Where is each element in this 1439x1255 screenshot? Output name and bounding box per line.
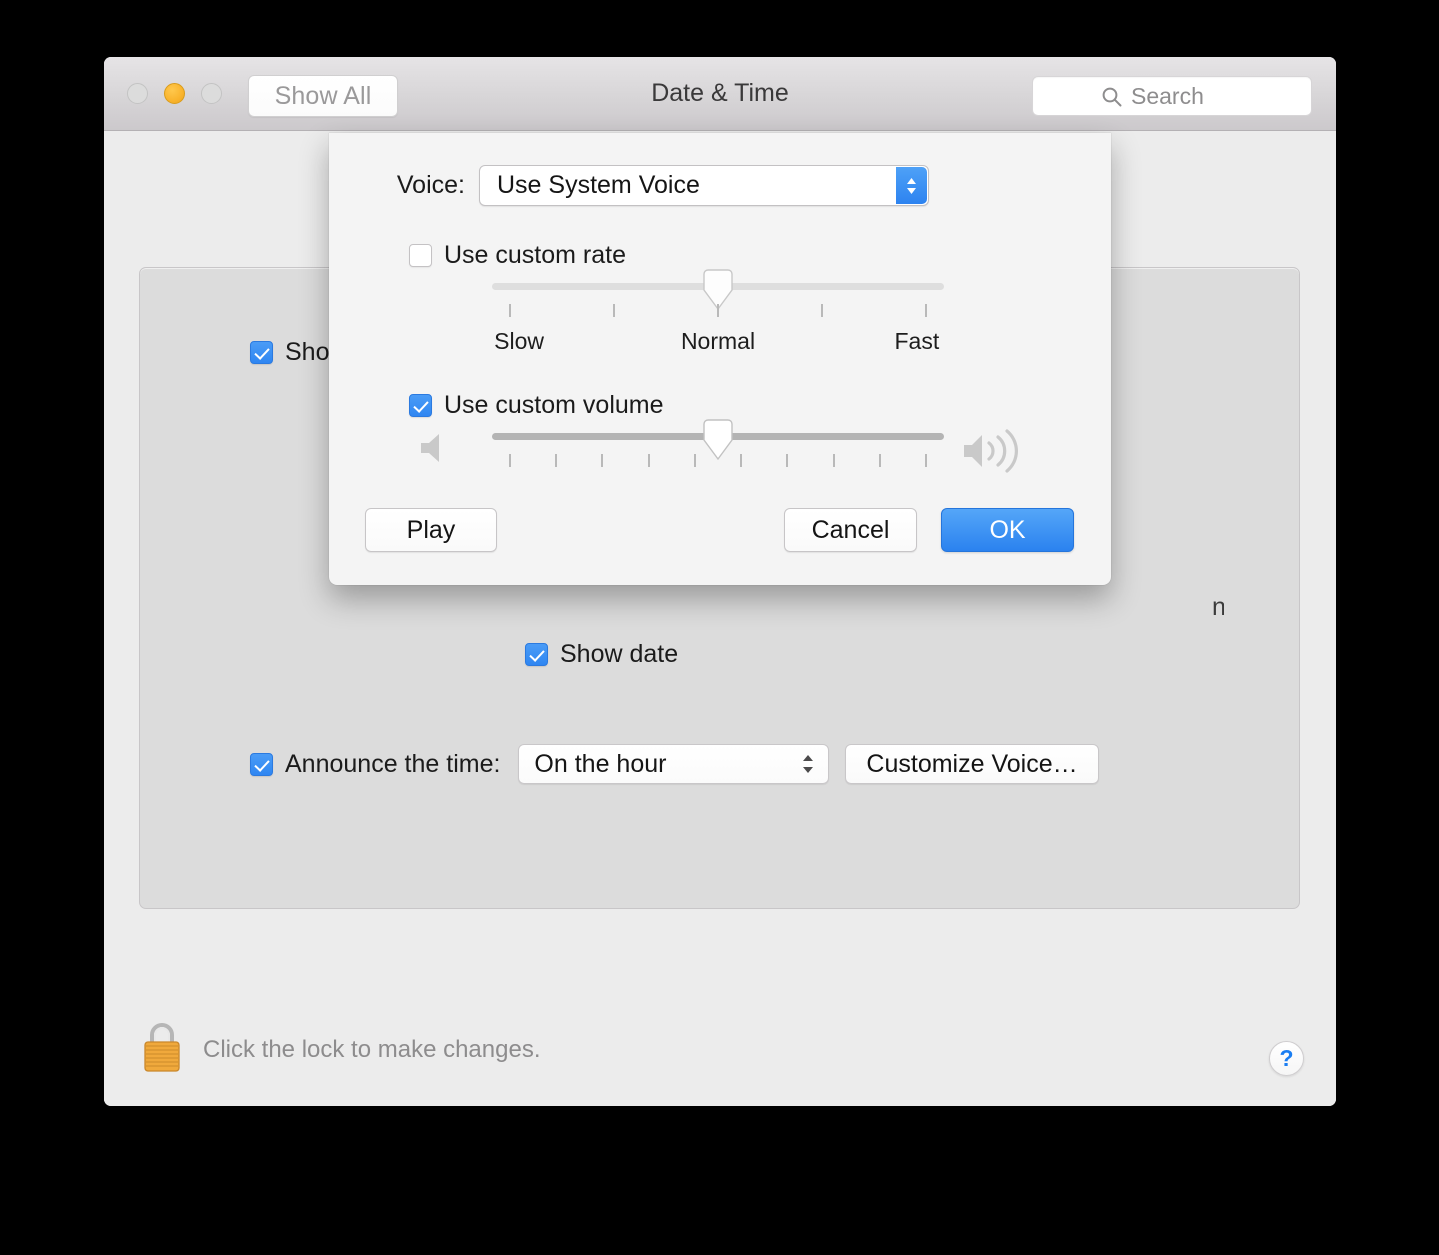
lock-closed-icon[interactable] — [139, 1019, 185, 1080]
volume-slider-track[interactable] — [492, 419, 944, 461]
announce-time-row: Announce the time: On the hour Customize… — [250, 744, 1099, 784]
chevron-updown-icon — [801, 751, 815, 777]
rate-scale-label: Fast — [894, 328, 940, 354]
rate-slider[interactable]: Slow Normal Fast — [492, 269, 944, 358]
slider-tick — [601, 454, 604, 467]
slider-tick — [740, 454, 743, 467]
lock-message: Click the lock to make changes. — [203, 1035, 541, 1063]
screen: Show All Date & Time Search Show Show da… — [0, 0, 1439, 1255]
slider-tick — [924, 454, 927, 467]
slider-tick — [717, 304, 719, 317]
ok-label: OK — [989, 515, 1026, 544]
rate-scale-label: Slow — [494, 328, 545, 354]
slider-tick — [820, 304, 823, 317]
rate-slider-track[interactable] — [492, 269, 944, 311]
announce-time-label: Announce the time: — [285, 749, 501, 778]
chevron-updown-icon — [896, 167, 927, 204]
voice-row: Voice: Use System Voice — [329, 165, 1111, 206]
voice-select[interactable]: Use System Voice — [479, 165, 929, 206]
slider-tick — [509, 304, 512, 317]
slider-tick — [509, 454, 512, 467]
help-button[interactable]: ? — [1269, 1041, 1304, 1076]
use-custom-volume-label: Use custom volume — [444, 391, 664, 419]
customize-voice-sheet: Voice: Use System Voice Use custom rate — [329, 133, 1111, 585]
rate-scale-label: Normal — [680, 328, 756, 354]
show-date-label: Show date — [560, 640, 679, 668]
show-date-row[interactable]: Show date — [525, 640, 678, 669]
ok-button[interactable]: OK — [941, 508, 1074, 552]
search-input[interactable]: Search — [1032, 76, 1312, 116]
speaker-high-icon — [962, 428, 1034, 479]
lock-area[interactable]: Click the lock to make changes. — [139, 1019, 541, 1080]
slider-tick — [878, 454, 881, 467]
play-label: Play — [406, 515, 456, 544]
slider-tick — [647, 454, 650, 467]
rate-scale-labels: Slow Normal Fast — [492, 328, 944, 358]
window-titlebar: Show All Date & Time Search — [104, 57, 1336, 131]
use-custom-volume-row[interactable]: Use custom volume — [409, 391, 664, 420]
voice-label: Voice: — [396, 171, 465, 199]
play-button[interactable]: Play — [365, 508, 497, 552]
slider-tick — [613, 304, 616, 317]
search-placeholder: Search — [1131, 82, 1204, 109]
use-custom-rate-label: Use custom rate — [444, 241, 627, 269]
rate-slider-ticks — [492, 304, 944, 320]
help-label: ? — [1279, 1045, 1294, 1071]
customize-voice-button[interactable]: Customize Voice… — [845, 744, 1099, 784]
cancel-label: Cancel — [811, 515, 890, 544]
volume-slider-ticks — [492, 454, 944, 470]
volume-slider[interactable] — [421, 419, 1018, 473]
show-date-checkbox[interactable] — [525, 643, 548, 666]
slider-tick — [693, 454, 696, 467]
announce-interval-select[interactable]: On the hour — [518, 744, 830, 784]
voice-select-value: Use System Voice — [497, 171, 700, 199]
announce-interval-value: On the hour — [534, 749, 667, 778]
cancel-button[interactable]: Cancel — [784, 508, 917, 552]
slider-tick — [832, 454, 835, 467]
use-custom-rate-row[interactable]: Use custom rate — [409, 241, 626, 270]
slider-tick — [555, 454, 558, 467]
occluded-text-fragment: n — [1212, 593, 1224, 621]
sheet-button-bar: Play Cancel OK — [329, 508, 1111, 552]
announce-time-checkbox[interactable] — [250, 752, 273, 776]
slider-tick — [924, 304, 927, 317]
use-custom-rate-checkbox[interactable] — [409, 244, 432, 267]
slider-tick — [786, 454, 789, 467]
search-icon — [1101, 86, 1123, 113]
speaker-low-icon — [417, 428, 455, 473]
show-clock-checkbox[interactable] — [250, 341, 273, 364]
customize-voice-label: Customize Voice… — [866, 749, 1078, 778]
use-custom-volume-checkbox[interactable] — [409, 394, 432, 417]
